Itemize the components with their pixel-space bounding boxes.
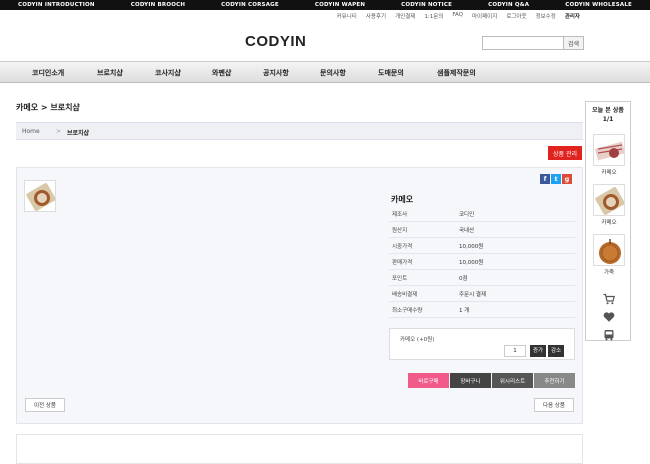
info-value: 코디인 (459, 211, 475, 218)
recent-item-label: 가죽 (603, 270, 615, 276)
main-nav: 코디인소개 브로치샵 코사지샵 와펜샵 공지사항 문의사항 도매문의 샘플제작문… (0, 61, 650, 83)
info-row-market-price: 시중가격 10,000원 (389, 238, 575, 254)
breadcrumb: Home > 브로치샵 (16, 122, 583, 140)
info-label: 최소구매수량 (392, 307, 423, 314)
brooch-medallion-image[interactable] (593, 184, 625, 216)
product-description-box (16, 434, 583, 464)
info-value: 주문시 결제 (459, 291, 487, 298)
top-link-brooch[interactable]: CODYIN BROOCH (131, 0, 185, 10)
nav-item-corsage[interactable]: 코사지샵 (155, 68, 181, 78)
info-value: 0점 (459, 275, 468, 282)
util-link-mypage[interactable]: 마이페이지 (472, 12, 497, 20)
heart-icon[interactable] (603, 308, 615, 322)
decrease-button[interactable]: 감소 (548, 345, 564, 357)
recent-count: 1/1 (602, 116, 614, 123)
info-row-min-qty: 최소구매수량 1 개 (389, 302, 575, 318)
recent-item-label: 카메오 (601, 170, 617, 176)
product-detail: f t g 카메오 제조사 코디인 원산지 국내산 시중가격 10,000원 판매가격… (16, 167, 583, 424)
wishlist-button[interactable]: 위시리스트 (492, 373, 533, 388)
breadcrumb-home[interactable]: Home (22, 128, 40, 135)
search-input[interactable] (482, 36, 564, 50)
product-info-table: 제조사 코디인 원산지 국내산 시중가격 10,000원 판매가격 10,000원 포인… (389, 206, 575, 318)
recent-title-text: 오늘 본 상품 (592, 107, 624, 114)
nav-item-wapen[interactable]: 와펜샵 (212, 68, 231, 78)
product-image[interactable] (24, 180, 56, 212)
info-value: 10,000원 (459, 243, 484, 250)
action-buttons: 바로구매 장바구니 위시리스트 추천하기 (408, 373, 575, 388)
search-box: 검색 (482, 36, 584, 50)
info-label: 원산지 (392, 227, 408, 234)
util-link-faq[interactable]: FAQ (452, 12, 463, 20)
info-row-sale-price: 판매가격 10,000원 (389, 254, 575, 270)
breadcrumb-separator: > (56, 128, 62, 135)
brooch-leather-image[interactable] (593, 234, 625, 266)
breadcrumb-current[interactable]: 브로치샵 (67, 128, 89, 137)
prev-product-button[interactable]: 이전 상품 (25, 398, 65, 412)
info-label: 판매가격 (392, 259, 413, 266)
bus-icon[interactable] (603, 326, 615, 341)
info-label: 시중가격 (392, 243, 413, 250)
utility-nav: 커뮤니티 사용후기 개인결제 1:1문의 FAQ 마이페이지 로그아웃 정보수정… (337, 12, 580, 20)
manage-product-button[interactable]: 상품 관리 (548, 146, 582, 160)
google-plus-icon[interactable]: g (562, 174, 572, 184)
info-row-points: 포인트 0점 (389, 270, 575, 286)
page-title: 카메오 > 브로치샵 (16, 103, 80, 112)
brooch-strap-image[interactable] (593, 134, 625, 166)
next-product-button[interactable]: 다음 상품 (534, 398, 574, 412)
info-value: 10,000원 (459, 259, 484, 266)
info-label: 포인트 (392, 275, 408, 282)
info-row-manufacturer: 제조사 코디인 (389, 206, 575, 222)
nav-item-brooch[interactable]: 브로치샵 (97, 68, 123, 78)
search-button[interactable]: 검색 (564, 36, 584, 50)
recommend-button[interactable]: 추천하기 (534, 373, 575, 388)
nav-item-notice[interactable]: 공지사항 (263, 68, 289, 78)
info-value: 국내산 (459, 227, 475, 234)
increase-button[interactable]: 증가 (530, 345, 546, 357)
info-value: 1 개 (459, 307, 470, 314)
nav-item-wholesale[interactable]: 도매문의 (378, 68, 404, 78)
buy-now-button[interactable]: 바로구매 (408, 373, 449, 388)
selected-option: 카메오 (+0원) 1 증가 감소 (389, 328, 575, 360)
util-link-inquiry[interactable]: 1:1문의 (424, 12, 443, 20)
recent-item[interactable]: 카메오 (593, 184, 625, 226)
util-link-edit-info[interactable]: 정보수정 (536, 12, 556, 20)
quantity-input[interactable]: 1 (504, 345, 526, 357)
util-link-admin[interactable]: 관리자 (565, 12, 580, 20)
top-link-introduction[interactable]: CODYIN INTRODUCTION (18, 0, 95, 10)
info-row-shipping: 배송비결제 주문시 결제 (389, 286, 575, 302)
top-link-qna[interactable]: CODYIN Q&A (488, 0, 529, 10)
facebook-icon[interactable]: f (540, 174, 550, 184)
cart-icon[interactable] (603, 290, 615, 305)
util-link-logout[interactable]: 로그아웃 (506, 12, 526, 20)
recent-item[interactable]: 가죽 (593, 234, 625, 276)
top-link-wholesale[interactable]: CODYIN WHOLESALE (565, 0, 632, 10)
cart-button[interactable]: 장바구니 (450, 373, 491, 388)
recent-item[interactable]: 카메오 (593, 134, 625, 176)
option-name: 카메오 (+0원) (400, 337, 435, 343)
info-label: 제조사 (392, 211, 408, 218)
info-row-origin: 원산지 국내산 (389, 222, 575, 238)
nav-item-about[interactable]: 코디인소개 (32, 68, 64, 78)
nav-item-sample[interactable]: 샘플제작문의 (437, 68, 476, 78)
recently-viewed: 오늘 본 상품 1/1 카메오 카메오 가죽 (585, 101, 631, 341)
top-link-wapen[interactable]: CODYIN WAPEN (315, 0, 365, 10)
util-link-community[interactable]: 커뮤니티 (337, 12, 357, 20)
top-link-notice[interactable]: CODYIN NOTICE (401, 0, 452, 10)
top-link-corsage[interactable]: CODYIN CORSAGE (221, 0, 279, 10)
recent-item-label: 카메오 (601, 220, 617, 226)
info-label: 배송비결제 (392, 291, 418, 298)
util-link-reviews[interactable]: 사용후기 (366, 12, 386, 20)
recent-title: 오늘 본 상품 1/1 (586, 102, 630, 124)
product-name: 카메오 (391, 195, 414, 204)
util-link-personal-payment[interactable]: 개인결제 (395, 12, 415, 20)
top-bar: CODYIN INTRODUCTION CODYIN BROOCH CODYIN… (0, 0, 650, 10)
share-buttons: f t g (540, 174, 572, 184)
nav-item-inquiry[interactable]: 문의사항 (320, 68, 346, 78)
twitter-icon[interactable]: t (551, 174, 561, 184)
site-logo[interactable]: CODYIN (245, 33, 306, 50)
